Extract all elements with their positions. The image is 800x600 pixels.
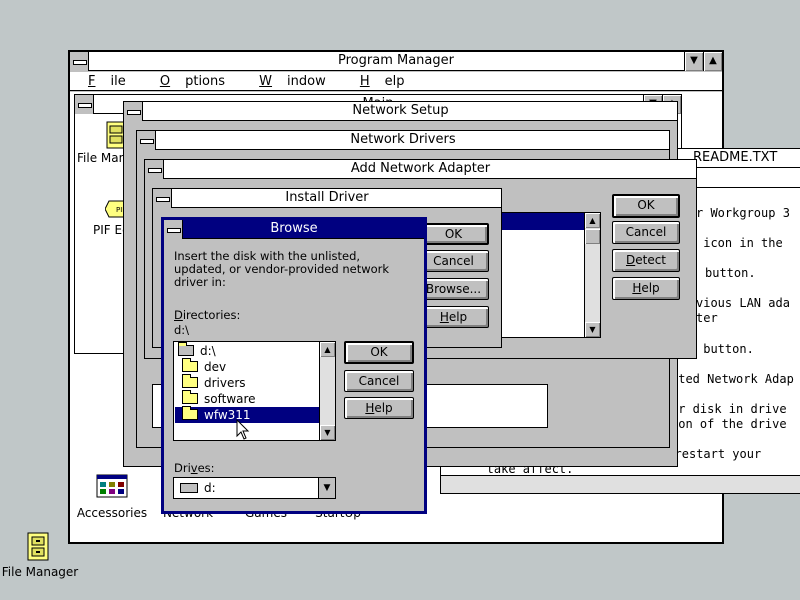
tree-item-software[interactable]: software bbox=[182, 390, 256, 407]
network-setup-titlebar[interactable]: Network Setup bbox=[124, 102, 677, 121]
browse-ok-button[interactable]: OK bbox=[344, 341, 414, 364]
browse-system-menu[interactable] bbox=[164, 220, 183, 239]
folder-icon bbox=[182, 374, 198, 388]
readme-line-5: ter bbox=[696, 311, 718, 325]
network-setup-title: Network Setup bbox=[352, 103, 449, 118]
program-manager-title: Program Manager bbox=[338, 53, 454, 68]
add-network-adapter-title: Add Network Adapter bbox=[350, 161, 491, 176]
accessories-icon[interactable] bbox=[96, 472, 128, 503]
tree-item-root[interactable]: d:\ bbox=[178, 342, 216, 359]
tree-item-drivers-label: drivers bbox=[204, 376, 246, 390]
add-network-adapter-titlebar[interactable]: Add Network Adapter bbox=[145, 160, 696, 179]
menu-window[interactable]: Window bbox=[241, 72, 338, 89]
network-drivers-system-menu[interactable] bbox=[137, 131, 156, 150]
install-help-button[interactable]: Help bbox=[418, 306, 489, 328]
install-cancel-button[interactable]: Cancel bbox=[418, 250, 489, 272]
program-manager-system-menu[interactable] bbox=[70, 52, 89, 71]
directories-label: Directories: bbox=[174, 308, 241, 322]
browse-help-button[interactable]: Help bbox=[344, 397, 414, 419]
accessories-label: Accessories bbox=[76, 506, 148, 520]
open-folder-icon bbox=[178, 342, 194, 356]
folder-icon bbox=[182, 406, 198, 420]
desktop-file-manager-label: File Manager bbox=[1, 565, 79, 579]
drive-value: d: bbox=[204, 481, 216, 495]
drive-icon bbox=[180, 483, 198, 493]
add-network-adapter-system-menu[interactable] bbox=[145, 160, 164, 179]
menu-options[interactable]: Options bbox=[142, 72, 237, 89]
readme-title: README.TXT bbox=[693, 150, 778, 165]
browse-title: Browse bbox=[270, 221, 318, 236]
current-path: d:\ bbox=[174, 323, 190, 337]
main-group-system-menu[interactable] bbox=[75, 95, 94, 114]
readme-line-2: icon in the bbox=[696, 236, 783, 250]
folder-icon bbox=[182, 390, 198, 404]
install-driver-title: Install Driver bbox=[285, 190, 369, 205]
program-manager-menubar: File Options Window Help bbox=[70, 72, 722, 91]
adapter-detect-button[interactable]: Detect bbox=[612, 249, 680, 272]
drives-label: Drives: bbox=[174, 461, 215, 475]
readme-line-4: vious LAN ada bbox=[696, 296, 790, 310]
tree-item-dev-label: dev bbox=[204, 360, 227, 374]
folder-icon bbox=[182, 358, 198, 372]
readme-line-6: button. bbox=[696, 342, 754, 356]
scroll-down-arrow-icon[interactable]: ▼ bbox=[585, 322, 600, 337]
program-manager-titlebar[interactable]: Program Manager bbox=[70, 52, 722, 71]
readme-line-7: cted Network Adap bbox=[671, 372, 794, 386]
tree-item-dev[interactable]: dev bbox=[182, 358, 227, 375]
directory-tree[interactable]: d:\ dev drivers software wfw311 ▲ ▼ bbox=[173, 341, 336, 441]
network-drivers-titlebar[interactable]: Network Drivers bbox=[137, 131, 669, 150]
network-drivers-title: Network Drivers bbox=[350, 132, 456, 147]
program-group-icon bbox=[96, 474, 128, 498]
dropdown-arrow-icon[interactable]: ▼ bbox=[318, 478, 335, 498]
browse-prompt: Insert the disk with the unlisted, updat… bbox=[174, 249, 390, 289]
install-driver-titlebar[interactable]: Install Driver bbox=[153, 189, 501, 208]
tree-item-software-label: software bbox=[204, 392, 256, 406]
browse-dialog: Browse Insert the disk with the unlisted… bbox=[161, 217, 427, 514]
readme-line-8: er disk in drive bbox=[671, 402, 787, 416]
scroll-up-arrow-icon[interactable]: ▲ bbox=[320, 342, 335, 357]
adapter-ok-button[interactable]: OK bbox=[612, 194, 680, 218]
maximize-button[interactable]: ▲ bbox=[703, 52, 722, 71]
file-manager-label: File Manager bbox=[77, 151, 127, 165]
adapter-cancel-button[interactable]: Cancel bbox=[612, 221, 680, 244]
install-ok-button[interactable]: OK bbox=[418, 223, 489, 245]
desktop-file-manager-icon[interactable] bbox=[22, 530, 54, 562]
browse-titlebar[interactable]: Browse bbox=[164, 220, 424, 239]
readme-line-3: button. bbox=[705, 266, 756, 280]
menu-help[interactable]: Help bbox=[342, 72, 417, 89]
scroll-thumb[interactable] bbox=[585, 229, 600, 244]
browse-cancel-button[interactable]: Cancel bbox=[344, 370, 414, 392]
scroll-down-arrow-icon[interactable]: ▼ bbox=[320, 425, 335, 440]
pif-editor-label: PIF Editor bbox=[93, 223, 127, 237]
readme-line-9: ion of the drive bbox=[671, 417, 787, 431]
tree-item-root-label: d:\ bbox=[200, 344, 216, 358]
install-driver-system-menu[interactable] bbox=[153, 189, 172, 208]
drives-dropdown[interactable]: d: ▼ bbox=[173, 477, 336, 499]
install-browse-button[interactable]: Browse... bbox=[418, 278, 489, 300]
scroll-up-arrow-icon[interactable]: ▲ bbox=[585, 213, 600, 228]
readme-hscrollbar[interactable] bbox=[441, 475, 800, 493]
minimize-button[interactable]: ▼ bbox=[684, 52, 703, 71]
menu-file[interactable]: File bbox=[70, 72, 138, 89]
readme-line-1: r Workgroup 3 bbox=[696, 206, 790, 220]
mouse-cursor-icon bbox=[236, 419, 250, 440]
file-cabinet-icon bbox=[27, 532, 49, 561]
adapter-help-button[interactable]: Help bbox=[612, 277, 680, 300]
network-setup-system-menu[interactable] bbox=[124, 102, 143, 121]
adapter-list-scrollbar[interactable]: ▲ ▼ bbox=[584, 213, 600, 337]
tree-item-drivers[interactable]: drivers bbox=[182, 374, 246, 391]
directory-tree-scrollbar[interactable]: ▲ ▼ bbox=[319, 342, 335, 440]
